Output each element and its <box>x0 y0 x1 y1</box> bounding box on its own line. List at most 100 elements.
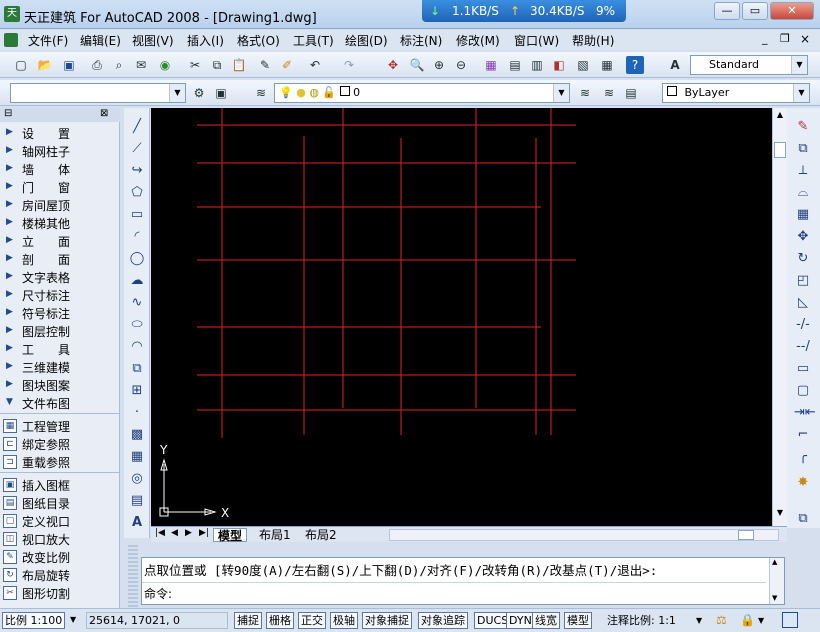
palette-group[interactable]: ▶ 尺寸标注 <box>0 286 120 304</box>
palette-tool[interactable]: ↻ 布局旋转 <box>0 566 120 584</box>
palette-group[interactable]: ▶ 图块图案 <box>0 376 120 394</box>
tab-layout2[interactable]: 布局2 <box>301 528 341 542</box>
palette-group[interactable]: ▶ 剖 面 <box>0 250 120 268</box>
palette-tool[interactable]: ◫ 视口放大 <box>0 530 120 548</box>
layer-manager-icon[interactable]: ≋ <box>252 84 270 102</box>
tool-palettes-icon[interactable]: ▥ <box>528 56 546 74</box>
menu-tools[interactable]: 工具(T) <box>293 32 334 49</box>
ellipse-arc-icon[interactable]: ◠ <box>128 338 146 356</box>
chevron-down-icon[interactable]: ▼ <box>696 616 702 625</box>
command-scrollbar[interactable]: ▲ ▼ <box>769 558 784 604</box>
revision-cloud-icon[interactable]: ☁ <box>128 272 146 290</box>
chevron-down-icon[interactable]: ▼ <box>758 616 764 625</box>
toggle-grid[interactable]: 栅格 <box>266 612 294 629</box>
zoom-window-icon[interactable]: ⊕ <box>430 56 448 74</box>
palette-tool[interactable]: ▦ 工程管理 <box>0 417 120 435</box>
mirror-icon[interactable]: ⟂ <box>794 162 812 180</box>
palette-group[interactable]: ▶ 轴网柱子 <box>0 142 120 160</box>
offset-icon[interactable]: ⌓ <box>794 184 812 202</box>
palette-group[interactable]: ▶ 门 窗 <box>0 178 120 196</box>
menu-help[interactable]: 帮助(H) <box>572 32 614 49</box>
copy-object-icon[interactable]: ⧉ <box>794 140 812 158</box>
chevron-down-icon[interactable]: ▼ <box>70 615 76 624</box>
tab-last-icon[interactable]: ▶| <box>199 528 209 538</box>
scroll-down-icon[interactable]: ▼ <box>774 508 786 520</box>
annotation-scale[interactable]: 注释比例: 1:1 <box>604 612 679 629</box>
cut-icon[interactable]: ✂ <box>186 56 204 74</box>
palette-group[interactable]: ▶ 文字表格 <box>0 268 120 286</box>
tab-first-icon[interactable]: |◀ <box>155 528 165 538</box>
match-properties-icon[interactable]: ✎ <box>256 56 274 74</box>
palette-tool[interactable]: ✎ 改变比例 <box>0 548 120 566</box>
menu-draw[interactable]: 绘图(D) <box>345 32 388 49</box>
horizontal-scrollbar[interactable] <box>389 529 779 541</box>
restore-button[interactable]: ▭ <box>742 2 768 20</box>
scale-icon[interactable]: ◰ <box>794 272 812 290</box>
point-icon[interactable]: · <box>128 404 146 422</box>
palette-group[interactable]: ▼ 文件布图 <box>0 394 120 412</box>
scroll-thumb[interactable] <box>774 142 786 158</box>
make-current-layer-icon[interactable]: ≋ <box>576 84 594 102</box>
break-at-point-icon[interactable]: ▭ <box>794 360 812 378</box>
undo-icon[interactable]: ↶ <box>306 56 324 74</box>
palette-group[interactable]: ▶ 工 具 <box>0 340 120 358</box>
make-block-icon[interactable]: ⊞ <box>128 382 146 400</box>
toggle-polar[interactable]: 极轴 <box>330 612 358 629</box>
doc-restore-button[interactable]: ❐ <box>780 32 790 45</box>
doc-close-button[interactable]: × <box>800 32 810 46</box>
gradient-icon[interactable]: ▦ <box>128 448 146 466</box>
join-icon[interactable]: ⇥⇤ <box>794 404 816 422</box>
draworder-icon[interactable]: ⧉ <box>794 510 812 528</box>
toggle-ortho[interactable]: 正交 <box>298 612 326 629</box>
doc-icon[interactable] <box>4 33 18 47</box>
layer-previous-icon[interactable]: ≋ <box>600 84 618 102</box>
polyline-icon[interactable]: ↪ <box>128 162 146 180</box>
new-icon[interactable]: ▢ <box>12 56 30 74</box>
open-icon[interactable]: 📂 <box>36 56 54 74</box>
command-history[interactable]: 点取位置或 [转90度(A)/左右翻(S)/上下翻(D)/对齐(F)/改转角(R… <box>141 557 785 605</box>
publish-icon[interactable]: ✉ <box>132 56 150 74</box>
palette-tool[interactable]: ⊏ 绑定参照 <box>0 435 120 453</box>
annotation-visibility-icon[interactable]: ⚖ <box>716 613 727 627</box>
toggle-osnap[interactable]: 对象捕捉 <box>362 612 412 629</box>
spline-icon[interactable]: ∿ <box>128 294 146 312</box>
break-icon[interactable]: ▢ <box>794 382 812 400</box>
workspace-select[interactable]: ▼ <box>10 83 186 103</box>
gear-icon[interactable]: ⚙ <box>190 84 208 102</box>
toggle-model[interactable]: 模型 <box>564 612 592 629</box>
palette-group[interactable]: ▶ 符号标注 <box>0 304 120 322</box>
vertical-scrollbar[interactable]: ▲ ▼ <box>772 108 787 526</box>
palette-group[interactable]: ▶ 房间屋顶 <box>0 196 120 214</box>
insert-block-icon[interactable]: ⧉ <box>128 360 146 378</box>
array-icon[interactable]: ▦ <box>794 206 812 224</box>
3d-dwf-icon[interactable]: ◉ <box>156 56 174 74</box>
calculator-icon[interactable]: ▦ <box>598 56 616 74</box>
scroll-up-icon[interactable]: ▲ <box>772 558 777 566</box>
menu-file[interactable]: 文件(F) <box>28 32 68 49</box>
paste-icon[interactable]: 📋 <box>230 56 248 74</box>
save-icon[interactable]: ▣ <box>60 56 78 74</box>
arc-icon[interactable]: ◜ <box>128 228 146 246</box>
zoom-realtime-icon[interactable]: 🔍 <box>408 56 426 74</box>
scroll-up-icon[interactable]: ▲ <box>774 110 786 122</box>
menu-dimension[interactable]: 标注(N) <box>400 32 442 49</box>
menu-window[interactable]: 窗口(W) <box>514 32 559 49</box>
toggle-dyn[interactable]: DYN <box>506 612 535 629</box>
print-icon[interactable]: ⎙ <box>88 56 106 74</box>
menu-insert[interactable]: 插入(I) <box>187 32 224 49</box>
palette-group[interactable]: ▶ 墙 体 <box>0 160 120 178</box>
rotate-icon[interactable]: ↻ <box>794 250 812 268</box>
tab-model[interactable]: 模型 <box>213 528 248 543</box>
multiline-text-icon[interactable]: A <box>128 514 146 532</box>
fillet-icon[interactable]: ╭ <box>794 448 812 466</box>
clean-screen-icon[interactable] <box>782 612 798 628</box>
move-icon[interactable]: ✥ <box>794 228 812 246</box>
line-icon[interactable]: ╱ <box>128 118 146 136</box>
command-grip[interactable] <box>128 545 138 607</box>
ellipse-icon[interactable]: ⬭ <box>128 316 146 334</box>
construction-line-icon[interactable]: ⟋ <box>128 140 146 158</box>
menu-edit[interactable]: 编辑(E) <box>80 32 121 49</box>
plot-preview-icon[interactable]: ⌕ <box>110 56 128 74</box>
erase-icon[interactable]: ✎ <box>794 118 812 136</box>
scroll-down-icon[interactable]: ▼ <box>772 594 777 602</box>
